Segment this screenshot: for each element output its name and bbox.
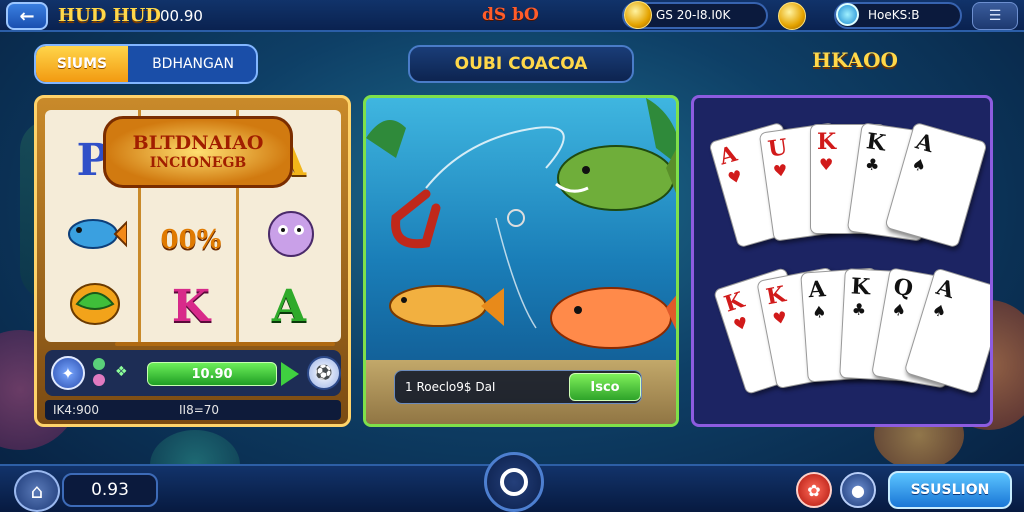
center-menu-button[interactable] — [484, 452, 544, 512]
back-button[interactable]: ← — [6, 2, 48, 30]
tab-bonus[interactable]: BDHANGAN — [128, 46, 256, 82]
gem-balance: HoeKS:B — [868, 8, 920, 22]
gem-icon — [836, 3, 859, 26]
slot-progress-bar — [115, 342, 335, 346]
slot-reels: P 00% K A A BLTDNAIAO — [45, 110, 341, 342]
chef-hat-icon: ● — [851, 480, 865, 500]
fishing-scene — [366, 98, 676, 349]
fishing-play-button[interactable]: Isco — [569, 373, 641, 401]
sliders-icon: ☰ — [988, 8, 1002, 24]
bet-value[interactable]: 10.90 — [147, 362, 277, 386]
game-title: HUD HUD — [58, 5, 161, 26]
play-arrow-icon[interactable] — [281, 362, 299, 386]
maple-leaf-icon: ✿ — [807, 480, 821, 500]
card-rank: A — [933, 273, 958, 304]
coin-balance: GS 20-I8.I0K — [656, 8, 731, 22]
bottom-balance: 0.93 — [62, 473, 158, 507]
slots-tab-switch: SlUMS BDHANGAN — [34, 44, 258, 84]
monkey-symbol-icon — [268, 211, 314, 257]
soccer-ball-icon: ⚽ — [315, 365, 333, 381]
card-suit-icon: ♥ — [819, 155, 834, 174]
fishing-hud-text: 1 Roeclo9$ DaI — [405, 380, 496, 394]
ring-icon — [500, 468, 528, 496]
slot-controls: ✦ ❖ 10.90 ⚽ — [45, 342, 341, 396]
reel-symbol: A — [271, 280, 307, 332]
card-rank: K — [864, 128, 888, 157]
card-suit-icon: ♥ — [771, 160, 789, 182]
tab-slots[interactable]: SlUMS — [36, 46, 128, 82]
card-suit-icon: ♣ — [851, 299, 867, 319]
green-gem-symbol-icon — [70, 283, 120, 325]
card-rank: Q — [891, 272, 916, 302]
favorite-button[interactable]: ✿ — [796, 472, 832, 508]
settings-button[interactable]: ☰ — [972, 2, 1018, 30]
slot-logo-line2: INCIONEGB — [149, 155, 247, 171]
profile-button[interactable]: ● — [840, 472, 876, 508]
card-suit-icon: ♠ — [929, 299, 950, 322]
slot-footer: IK4:900 II8=70 — [45, 400, 341, 420]
hook-icon — [391, 189, 441, 249]
card-suit-icon: ♣ — [863, 154, 881, 176]
card-rank: U — [766, 134, 789, 163]
star-icon: ✦ — [61, 363, 75, 383]
home-button[interactable]: ⌂ — [14, 470, 60, 512]
add-coins-icon[interactable] — [778, 2, 806, 30]
card-rank: K — [817, 129, 837, 155]
card-suit-icon: ♠ — [890, 298, 908, 321]
autoplay-button[interactable]: ✦ — [51, 356, 85, 390]
back-arrow-icon: ← — [19, 5, 35, 27]
yellow-fish-icon — [389, 285, 487, 327]
reel-symbol: K — [171, 280, 211, 332]
fish-symbol-icon — [68, 219, 127, 249]
bass-fish-icon — [557, 145, 675, 211]
home-icon: ⌂ — [30, 479, 44, 503]
slot-footer-left: IK4:900 — [53, 403, 99, 417]
card-suit-icon: ♠ — [909, 153, 929, 177]
card-suit-icon: ♥ — [770, 306, 789, 329]
red-fish-icon — [550, 287, 672, 349]
cards-banner: HKAOO — [812, 48, 898, 72]
top-center-label: dS bO — [482, 5, 539, 25]
action-button[interactable]: SSUSLION — [888, 471, 1012, 509]
slot-logo-line1: BLTDNAIAO — [132, 132, 264, 154]
spin-button[interactable]: ⚽ — [307, 356, 341, 390]
card-rank: K — [850, 272, 871, 300]
fishing-hud: 1 Roeclo9$ DaI Isco — [394, 370, 642, 404]
score-value: 00.90 — [160, 7, 203, 25]
card-suit-icon: ♥ — [725, 165, 745, 189]
cards-game-card[interactable]: A ♥ U ♥ K ♥ K ♣ A ♠ K ♥ K ♥ A ♠ K ♣ Q ♠ A ♠ — [691, 95, 993, 427]
slot-footer-right: II8=70 — [179, 403, 220, 417]
card-rank: K — [764, 280, 788, 310]
bet-level-dots — [93, 358, 109, 388]
reel-symbol: 00% — [160, 225, 222, 255]
grid-icon: ❖ — [115, 364, 128, 380]
fishing-banner: OUBI COACOA — [408, 45, 634, 83]
card-suit-icon: ♥ — [731, 312, 751, 335]
slots-game-card[interactable]: P 00% K A A BLTDNAIAO — [34, 95, 351, 427]
slot-logo: BLTDNAIAO INCIONEGB — [103, 116, 293, 188]
coin-icon — [624, 1, 652, 29]
card-suit-icon: ♠ — [811, 301, 828, 322]
fishing-game-card[interactable]: 1 Roeclo9$ DaI Isco — [363, 95, 679, 427]
card-rank: A — [807, 275, 827, 303]
